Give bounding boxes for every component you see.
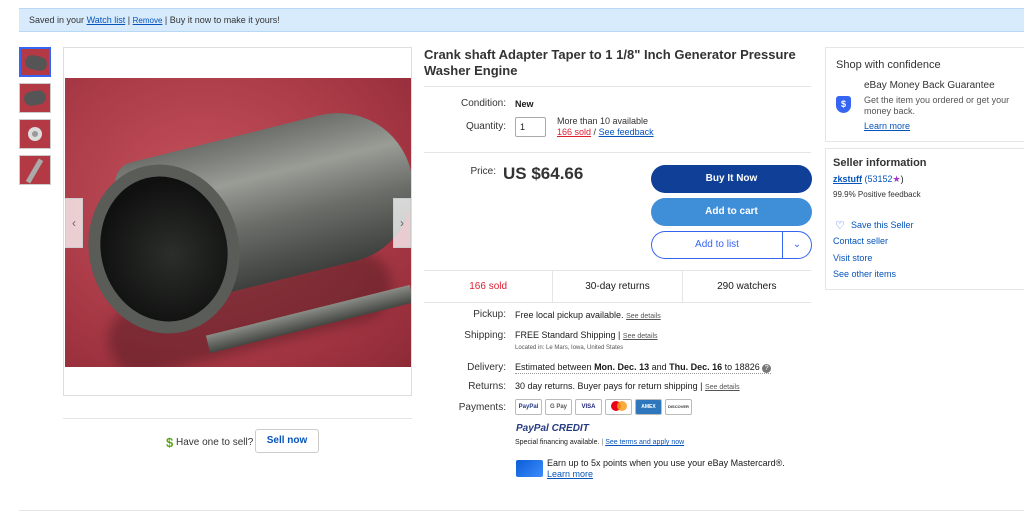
delivery-value: Estimated between Mon. Dec. 13 and Thu. … [515, 362, 772, 374]
next-image-button[interactable]: › [393, 198, 411, 248]
guarantee-learn-more-link[interactable]: Learn more [864, 121, 910, 131]
shipping-value: FREE Standard Shipping | See details [515, 330, 658, 340]
footer-divider [19, 510, 1024, 511]
add-to-list-button[interactable]: Add to list [651, 231, 782, 259]
watchlist-banner: Saved in your Watch list | Remove | Buy … [19, 8, 1024, 32]
mastercard-learn-more-link[interactable]: Learn more [547, 469, 593, 479]
delivery-label: Delivery: [467, 362, 506, 373]
availability: More than 10 available 166 sold / See fe… [557, 116, 654, 138]
prev-image-button[interactable]: ‹ [65, 198, 83, 248]
seller-title: Seller information [833, 157, 927, 169]
remove-link[interactable]: Remove [133, 16, 163, 25]
payment-methods: PayPal G Pay VISA AMEX DISCOVER [515, 399, 692, 415]
sold-count: 166 sold [424, 271, 554, 302]
returns-value: 30 day returns. Buyer pays for return sh… [515, 381, 740, 391]
save-seller-link[interactable]: Save this Seller [851, 220, 914, 230]
returns-label: Returns: [468, 381, 506, 392]
banner-suffix: | Buy it now to make it yours! [164, 15, 280, 25]
star-icon: ★ [892, 174, 901, 184]
google-pay-icon: G Pay [545, 399, 572, 415]
located-in: Located in: Le Mars, Iowa, United States [515, 345, 624, 351]
shop-with-confidence-panel: Shop with confidence $ eBay Money Back G… [825, 47, 1024, 142]
stats-row: 166 sold 30-day returns 290 watchers [424, 270, 811, 303]
pickup-value: Free local pickup available. See details [515, 310, 661, 320]
watch-list-link[interactable]: Watch list [87, 15, 126, 25]
main-image-viewer[interactable]: ‹ › [63, 47, 412, 396]
seller-name-link[interactable]: zkstuff [833, 174, 862, 184]
returns-see-details-link[interactable]: See details [705, 384, 740, 391]
quantity-input[interactable]: 1 [515, 117, 546, 137]
visa-icon: VISA [575, 399, 602, 415]
divider [424, 86, 811, 87]
chevron-right-icon: › [400, 216, 404, 230]
slash: / [593, 127, 597, 137]
condition-value: New [515, 99, 534, 109]
shipping-see-details-link[interactable]: See details [623, 333, 658, 340]
available-text: More than 10 available [557, 116, 649, 126]
pickup-see-details-link[interactable]: See details [626, 313, 661, 320]
discover-icon: DISCOVER [665, 399, 692, 415]
mastercard-offer: Earn up to 5x points when you use your e… [547, 458, 785, 479]
seller-name-row: zkstuff (53152★) [833, 174, 904, 184]
ebay-mastercard-icon [516, 460, 543, 477]
amex-icon: AMEX [635, 399, 662, 415]
see-terms-link[interactable]: See terms and apply now [605, 439, 684, 446]
watchers-stat: 290 watchers [717, 281, 777, 292]
visit-store-link[interactable]: Visit store [833, 253, 872, 263]
returns-stat: 30-day returns [553, 271, 683, 302]
have-one-text: Have one to sell? [176, 437, 254, 448]
thumbnail-2[interactable] [19, 83, 51, 113]
guarantee-text: Get the item you ordered or get your mon… [864, 95, 1010, 116]
payments-label: Payments: [458, 402, 506, 413]
sell-box: $ Have one to sell? Sell now [63, 418, 412, 468]
heart-icon: ♡ [835, 220, 845, 232]
thumbnail-1[interactable] [19, 47, 51, 77]
mastercard-icon [605, 399, 632, 415]
price-value: US $64.66 [503, 164, 584, 183]
banner-prefix: Saved in your [29, 15, 85, 25]
paypal-icon: PayPal [515, 399, 542, 415]
see-other-items-link[interactable]: See other items [833, 269, 896, 279]
see-feedback-link[interactable]: See feedback [599, 127, 654, 137]
shipping-label: Shipping: [464, 330, 506, 341]
chevron-left-icon: ‹ [72, 216, 76, 230]
sell-now-button[interactable]: Sell now [255, 429, 319, 453]
confidence-title: Shop with confidence [836, 59, 941, 71]
guarantee-title: eBay Money Back Guarantee [864, 80, 995, 91]
add-to-list-dropdown[interactable]: ⌄ [782, 231, 812, 259]
sold-link[interactable]: 166 sold [557, 127, 591, 137]
special-financing: Special financing available. | See terms… [515, 439, 685, 446]
info-icon[interactable]: ? [762, 364, 772, 373]
product-photo [65, 78, 411, 367]
divider [424, 152, 811, 153]
pickup-label: Pickup: [473, 309, 506, 320]
quantity-label: Quantity: [465, 121, 506, 132]
thumbnail-3[interactable] [19, 119, 51, 149]
dollar-icon: $ [166, 435, 174, 450]
condition-label: Condition: [460, 98, 506, 109]
add-to-cart-button[interactable]: Add to cart [651, 198, 812, 226]
contact-seller-link[interactable]: Contact seller [833, 236, 888, 246]
buy-it-now-button[interactable]: Buy It Now [651, 165, 812, 193]
banner-separator: | [127, 15, 131, 25]
item-title: Crank shaft Adapter Taper to 1 1/8" Inch… [424, 47, 796, 78]
price-label: Price: [470, 166, 496, 177]
seller-info-panel: Seller information zkstuff (53152★) 99.9… [825, 148, 1024, 290]
shield-icon: $ [836, 96, 851, 113]
thumbnail-strip [19, 47, 51, 191]
chevron-down-icon: ⌄ [792, 239, 802, 250]
paypal-credit-logo: PayPal CREDIT [516, 423, 589, 434]
positive-feedback: 99.9% Positive feedback [833, 190, 921, 199]
thumbnail-4[interactable] [19, 155, 51, 185]
seller-score[interactable]: (53152 [865, 174, 893, 184]
